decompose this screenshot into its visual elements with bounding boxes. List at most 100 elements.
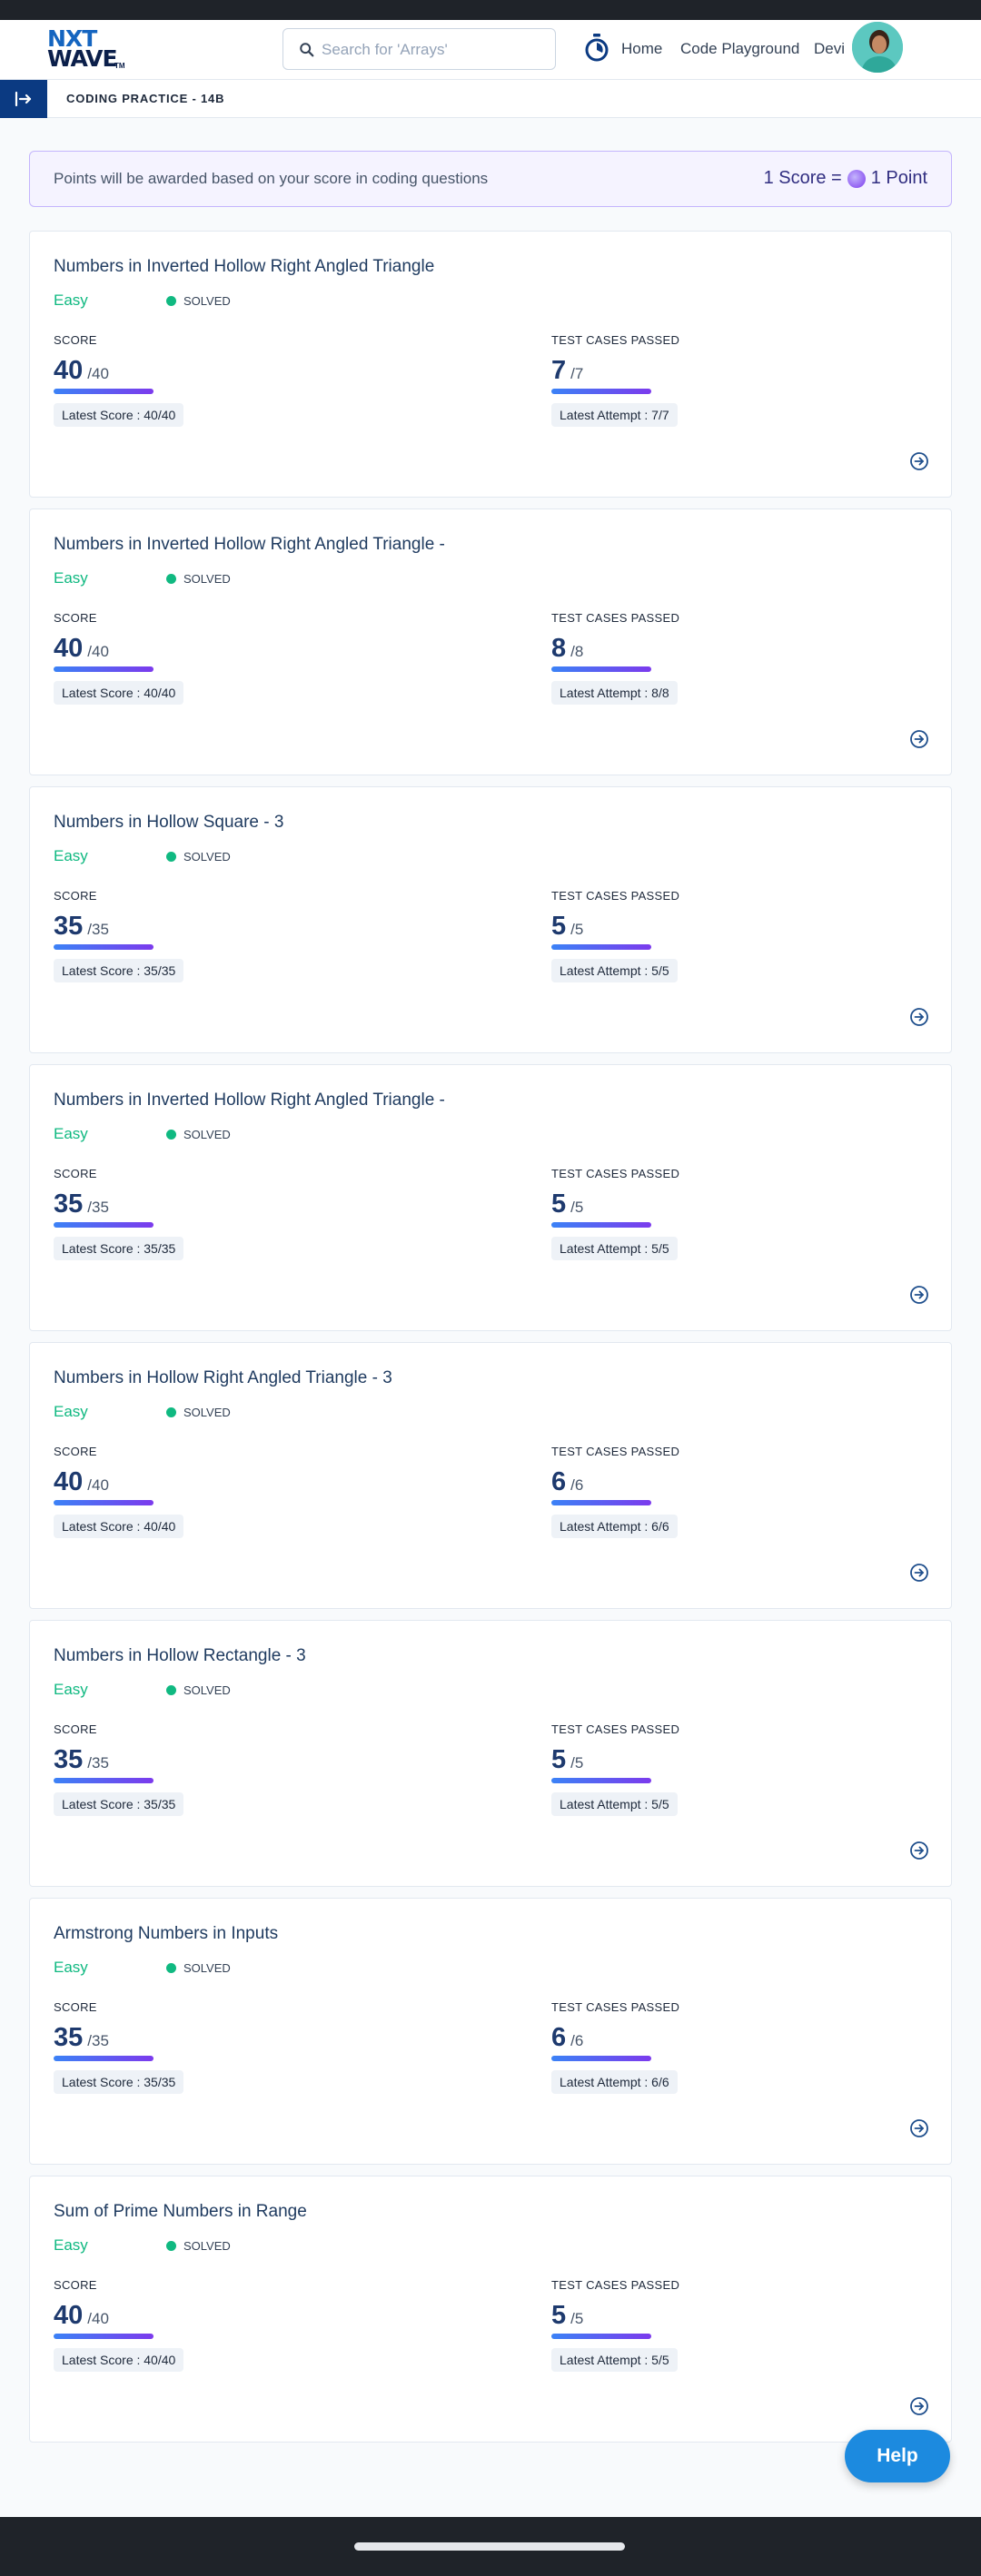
help-button[interactable]: Help	[845, 2430, 950, 2482]
status-text: SOLVED	[183, 1128, 231, 1141]
question-title[interactable]: Sum of Prime Numbers in Range	[54, 2202, 307, 2222]
score-value: 40	[54, 356, 84, 385]
test-cases-progress-bar	[551, 1222, 651, 1228]
question-title[interactable]: Numbers in Inverted Hollow Right Angled …	[54, 535, 445, 555]
status-text: SOLVED	[183, 1961, 231, 1975]
difficulty-label: Easy	[54, 1681, 88, 1698]
score-metric: SCORE 40/40 Latest Score : 40/40	[54, 611, 326, 705]
test-cases-value: 7	[551, 356, 567, 385]
score-metric: SCORE 35/35 Latest Score : 35/35	[54, 1167, 326, 1260]
test-cases-total: /5	[570, 2310, 584, 2327]
score-label: SCORE	[54, 889, 97, 903]
question-card[interactable]: Numbers in Inverted Hollow Right Angled …	[29, 1064, 952, 1331]
question-card[interactable]: Numbers in Hollow Rectangle - 3 Easy SOLVE…	[29, 1620, 952, 1887]
score-total: /40	[87, 643, 109, 660]
arrow-right-circle-icon[interactable]	[909, 729, 929, 749]
question-title[interactable]: Numbers in Inverted Hollow Right Angled …	[54, 1091, 445, 1110]
search-input[interactable]	[322, 37, 540, 63]
test-cases-metric: TEST CASES PASSED 5/5 Latest Attempt : 5/5	[551, 2278, 824, 2372]
arrow-right-circle-icon[interactable]	[909, 2396, 929, 2416]
score-total: /35	[87, 921, 109, 938]
test-cases-value: 5	[551, 1189, 567, 1219]
latest-attempt-chip: Latest Attempt : 5/5	[551, 2348, 678, 2372]
solved-dot-icon	[166, 1685, 176, 1695]
status-badge: SOLVED	[166, 2239, 231, 2253]
status-badge: SOLVED	[166, 1961, 231, 1975]
question-card[interactable]: Sum of Prime Numbers in Range Easy SOLVED S…	[29, 2176, 952, 2443]
question-card[interactable]: Numbers in Inverted Hollow Right Angled …	[29, 508, 952, 775]
status-text: SOLVED	[183, 1406, 231, 1419]
latest-score-chip: Latest Score : 35/35	[54, 1792, 184, 1816]
avatar-image	[852, 22, 903, 73]
test-cases-label: TEST CASES PASSED	[551, 333, 680, 347]
difficulty-label: Easy	[54, 291, 88, 309]
user-name[interactable]: Devi	[814, 38, 845, 60]
nxtwave-logo[interactable]: NXT WAVE TM	[47, 27, 138, 71]
avatar[interactable]	[852, 22, 903, 73]
system-status-bar	[0, 0, 981, 20]
conversion-right: 1 Point	[870, 168, 927, 188]
nav-code-playground-link[interactable]: Code Playground	[680, 38, 799, 60]
score-label: SCORE	[54, 1167, 97, 1180]
sidebar-toggle-button[interactable]	[0, 80, 47, 118]
score-value: 35	[54, 2023, 84, 2052]
score-label: SCORE	[54, 1445, 97, 1458]
test-cases-total: /6	[570, 2032, 584, 2049]
score-metric: SCORE 35/35 Latest Score : 35/35	[54, 889, 326, 982]
test-cases-progress-bar	[551, 1500, 651, 1505]
arrow-right-circle-icon[interactable]	[909, 1563, 929, 1583]
question-title[interactable]: Armstrong Numbers in Inputs	[54, 1924, 278, 1944]
test-cases-total: /5	[570, 921, 584, 938]
test-cases-value: 5	[551, 912, 567, 941]
arrow-right-circle-icon[interactable]	[909, 1841, 929, 1860]
arrow-right-circle-icon[interactable]	[909, 2118, 929, 2138]
nav-home-link[interactable]: Home	[621, 38, 662, 60]
question-title[interactable]: Numbers in Hollow Square - 3	[54, 813, 283, 833]
score-value: 35	[54, 1745, 84, 1774]
test-cases-progress-bar	[551, 2056, 651, 2061]
score-value: 40	[54, 1467, 84, 1496]
search-icon	[300, 43, 314, 57]
score-total: /40	[87, 365, 109, 382]
question-card[interactable]: Numbers in Inverted Hollow Right Angled …	[29, 231, 952, 498]
question-title[interactable]: Numbers in Hollow Right Angled Triangle …	[54, 1368, 392, 1388]
arrow-right-circle-icon[interactable]	[909, 1007, 929, 1027]
test-cases-total: /8	[570, 643, 584, 660]
score-metric: SCORE 40/40 Latest Score : 40/40	[54, 2278, 326, 2372]
home-indicator[interactable]	[354, 2542, 625, 2551]
arrow-right-circle-icon[interactable]	[909, 1285, 929, 1305]
question-card[interactable]: Numbers in Hollow Square - 3 Easy SOLVED SC…	[29, 786, 952, 1053]
question-card[interactable]: Numbers in Hollow Right Angled Triangle …	[29, 1342, 952, 1609]
expand-sidebar-icon	[15, 91, 32, 107]
difficulty-label: Easy	[54, 847, 88, 864]
score-value: 35	[54, 1189, 84, 1219]
question-title[interactable]: Numbers in Inverted Hollow Right Angled …	[54, 257, 434, 277]
arrow-right-circle-icon[interactable]	[909, 451, 929, 471]
top-navbar: NXT WAVE TM Home Code Playground Devi	[0, 20, 981, 80]
logo-trademark: TM	[114, 62, 125, 70]
test-cases-metric: TEST CASES PASSED 5/5 Latest Attempt : 5/5	[551, 1722, 824, 1816]
question-title[interactable]: Numbers in Hollow Rectangle - 3	[54, 1646, 306, 1666]
question-card[interactable]: Armstrong Numbers in Inputs Easy SOLVED SCO…	[29, 1898, 952, 2165]
status-badge: SOLVED	[166, 1683, 231, 1697]
test-cases-total: /5	[570, 1199, 584, 1216]
conversion-left: 1 Score =	[763, 168, 842, 188]
test-cases-metric: TEST CASES PASSED 6/6 Latest Attempt : 6/6	[551, 1445, 824, 1538]
test-cases-progress-bar	[551, 389, 651, 394]
latest-attempt-chip: Latest Attempt : 5/5	[551, 1237, 678, 1260]
test-cases-metric: TEST CASES PASSED 5/5 Latest Attempt : 5/5	[551, 1167, 824, 1260]
test-cases-value: 6	[551, 2023, 567, 2052]
test-cases-metric: TEST CASES PASSED 7/7 Latest Attempt : 7/7	[551, 333, 824, 427]
score-total: /35	[87, 2032, 109, 2049]
search-box[interactable]	[282, 28, 556, 70]
test-cases-progress-bar	[551, 666, 651, 672]
stopwatch-icon[interactable]	[583, 33, 610, 64]
status-badge: SOLVED	[166, 850, 231, 864]
solved-dot-icon	[166, 1130, 176, 1140]
test-cases-value: 6	[551, 1467, 567, 1496]
test-cases-label: TEST CASES PASSED	[551, 611, 680, 625]
score-progress-bar	[54, 944, 154, 950]
latest-score-chip: Latest Score : 40/40	[54, 1515, 184, 1538]
latest-attempt-chip: Latest Attempt : 6/6	[551, 2070, 678, 2094]
score-progress-bar	[54, 2334, 154, 2339]
